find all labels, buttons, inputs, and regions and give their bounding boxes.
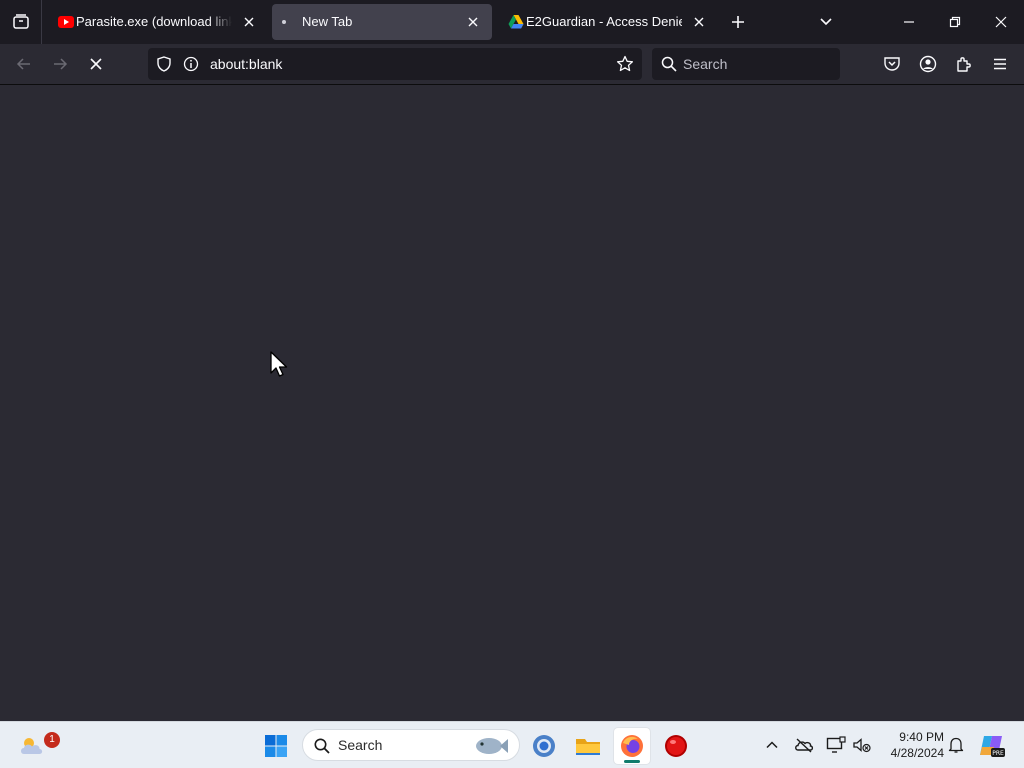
start-button[interactable] (258, 728, 294, 764)
youtube-icon (58, 16, 74, 28)
volume-tray[interactable] (850, 732, 874, 758)
google-drive-icon (508, 15, 524, 29)
address-bar[interactable]: about:blank (148, 48, 642, 80)
restore-button[interactable] (932, 0, 978, 44)
plus-icon (732, 16, 744, 28)
taskbar-app-firefox[interactable] (614, 728, 650, 764)
svg-text:PRE: PRE (992, 750, 1004, 757)
puzzle-piece-icon (957, 57, 971, 72)
taskbar-app-red-record[interactable] (658, 728, 694, 764)
notifications-button[interactable] (944, 732, 968, 758)
running-indicator (624, 760, 640, 763)
search-icon (661, 56, 677, 72)
close-window-button[interactable] (978, 0, 1024, 44)
close-icon (468, 17, 478, 27)
search-placeholder: Search (683, 56, 728, 72)
hamburger-menu-icon (994, 58, 1006, 70)
tab-title: E2Guardian - Access Denied (526, 14, 682, 29)
close-tab-button[interactable] (240, 13, 258, 31)
new-tab-button[interactable] (724, 8, 752, 36)
bell-icon (948, 737, 964, 753)
clock-date: 4/28/2024 (890, 746, 944, 760)
bookmark-star-icon[interactable] (616, 55, 634, 73)
onedrive-offline-tray[interactable] (792, 732, 816, 758)
tab-new-tab[interactable]: New Tab (272, 4, 492, 40)
taskbar-clock[interactable]: 9:40 PM 4/28/2024 (880, 729, 944, 761)
info-icon[interactable] (182, 55, 200, 73)
restore-icon (949, 16, 961, 28)
arrow-left-icon (16, 58, 30, 70)
forward-button[interactable] (46, 50, 74, 78)
arrow-right-icon (54, 58, 68, 70)
taskbar-search-box[interactable]: Search (302, 729, 520, 761)
copilot-icon: PRE (980, 736, 1005, 757)
minimize-button[interactable] (886, 0, 932, 44)
mouse-cursor-icon (270, 351, 288, 377)
notification-badge: 1 (44, 732, 60, 748)
pocket-button[interactable] (878, 50, 906, 78)
close-icon (694, 17, 704, 27)
search-highlight-fish-icon (476, 738, 508, 754)
tab-title: New Tab (302, 14, 353, 29)
tab-strip: Parasite.exe (download link) - YouTube N… (0, 0, 1024, 44)
firefox-icon (621, 735, 643, 757)
account-button[interactable] (914, 50, 942, 78)
chrome-icon (533, 735, 555, 757)
search-bar[interactable]: Search (652, 48, 840, 80)
account-icon (919, 55, 937, 73)
chevron-up-icon (766, 741, 778, 749)
show-hidden-icons-button[interactable] (760, 732, 784, 758)
list-all-tabs-button[interactable] (0, 0, 42, 44)
tab-youtube[interactable]: Parasite.exe (download link) - YouTube (46, 4, 268, 40)
loading-dot-icon (282, 20, 286, 24)
weather-widget[interactable]: 1 (14, 728, 60, 764)
tracking-protection-shield-icon[interactable] (155, 55, 173, 73)
back-button[interactable] (10, 50, 38, 78)
weather-cloudy-icon (21, 738, 43, 754)
tab-e2guardian[interactable]: E2Guardian - Access Denied (496, 4, 718, 40)
chevron-down-icon (820, 18, 832, 26)
page-content-blank[interactable] (0, 85, 1024, 721)
minimize-icon (904, 21, 914, 23)
folder-icon (576, 739, 600, 755)
navigation-toolbar: about:blank Search (0, 44, 1024, 85)
close-icon (244, 17, 254, 27)
close-icon (995, 16, 1007, 28)
record-button-icon (665, 735, 687, 757)
search-icon (314, 738, 330, 754)
stop-button[interactable] (82, 50, 110, 78)
close-tab-button[interactable] (690, 13, 708, 31)
display-tray[interactable] (824, 732, 848, 758)
extensions-button[interactable] (950, 50, 978, 78)
cloud-offline-icon (795, 738, 814, 753)
taskbar-app-file-explorer[interactable] (570, 728, 606, 764)
url-text[interactable]: about:blank (210, 48, 282, 80)
speaker-muted-icon (853, 738, 871, 753)
taskbar-app-chrome[interactable] (526, 728, 562, 764)
stop-icon (90, 58, 102, 70)
windows-logo-icon (265, 735, 287, 757)
close-tab-button[interactable] (464, 13, 482, 31)
copilot-button[interactable]: PRE (974, 728, 1010, 764)
tab-list-button[interactable] (812, 8, 840, 36)
menu-button[interactable] (986, 50, 1014, 78)
clock-time: 9:40 PM (899, 730, 944, 744)
search-placeholder: Search (338, 737, 383, 753)
pocket-icon (884, 57, 900, 71)
windows-taskbar: 1 Search 9:40 PM 4/28/2024 PRE (0, 721, 1024, 768)
monitor-icon (826, 736, 846, 753)
tab-manager-icon (12, 14, 29, 29)
